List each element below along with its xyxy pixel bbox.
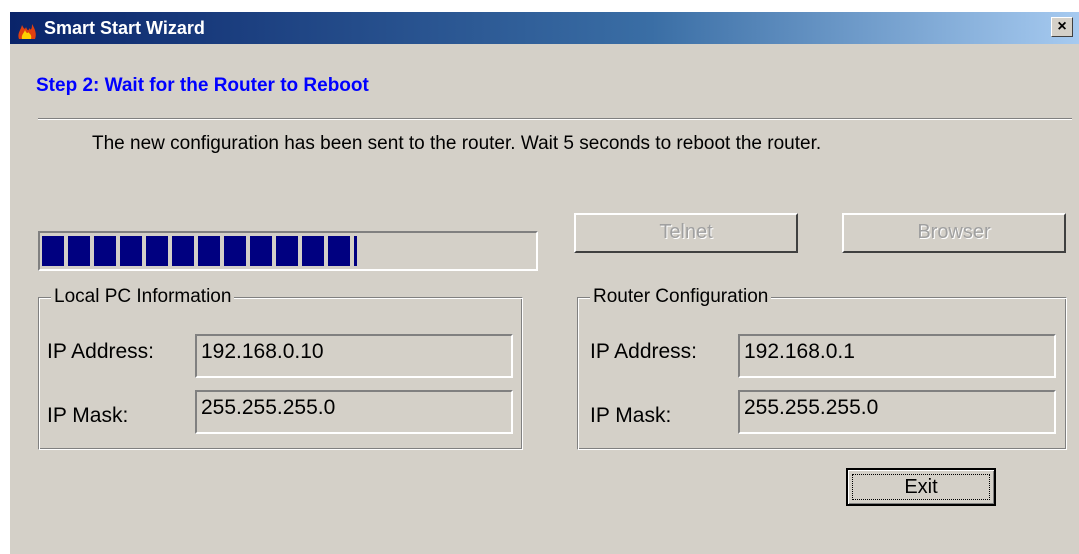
close-button[interactable]: × — [1051, 17, 1073, 37]
router-group-title: Router Configuration — [590, 286, 772, 308]
telnet-button[interactable]: Telnet — [574, 213, 798, 253]
step-title: Step 2: Wait for the Router to Reboot — [36, 75, 369, 96]
telnet-button-label: Telnet — [659, 221, 713, 243]
close-icon: × — [1057, 18, 1067, 35]
progress-fill — [42, 236, 357, 266]
router-ip-mask-label: IP Mask: — [590, 404, 672, 427]
local-pc-group-title: Local PC Information — [51, 286, 235, 308]
local-ip-address-field[interactable]: 192.168.0.10 — [195, 334, 513, 378]
window-title: Smart Start Wizard — [44, 18, 205, 38]
title-bar[interactable]: Smart Start Wizard × — [10, 12, 1079, 44]
fire-icon — [16, 18, 38, 40]
smart-start-wizard-window: Smart Start Wizard × Step 2: Wait for th… — [10, 12, 1079, 554]
router-ip-address-field[interactable]: 192.168.0.1 — [738, 334, 1056, 378]
local-pc-information-group: Local PC Information IP Address: 192.168… — [38, 286, 523, 450]
reboot-progress-bar — [38, 231, 538, 271]
exit-button[interactable]: Exit — [846, 468, 996, 506]
router-ip-mask-field[interactable]: 255.255.255.0 — [738, 390, 1056, 434]
focus-ring — [852, 474, 990, 500]
status-message: The new configuration has been sent to t… — [92, 133, 822, 154]
local-ip-mask-label: IP Mask: — [47, 404, 129, 427]
router-ip-address-label: IP Address: — [590, 340, 698, 363]
browser-button-label: Browser — [917, 221, 991, 243]
browser-button[interactable]: Browser — [842, 213, 1066, 253]
router-configuration-group: Router Configuration IP Address: 192.168… — [577, 286, 1067, 450]
local-ip-address-label: IP Address: — [47, 340, 155, 363]
local-ip-mask-field[interactable]: 255.255.255.0 — [195, 390, 513, 434]
separator — [38, 118, 1072, 120]
